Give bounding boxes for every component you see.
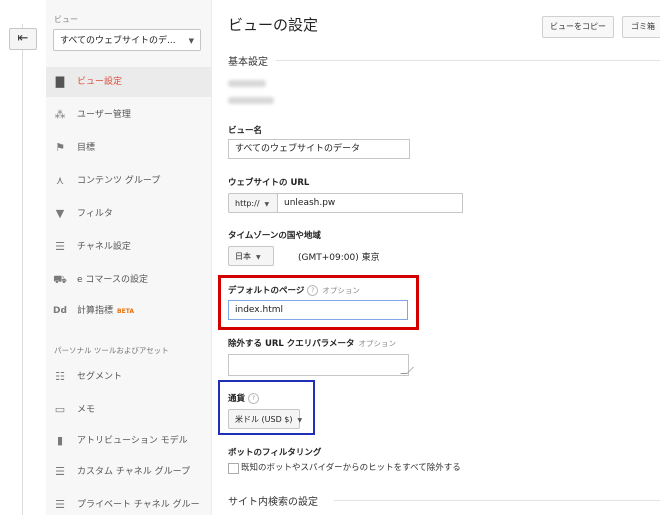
- view-select[interactable]: すべてのウェブサイトのデ... ▼: [53, 29, 201, 51]
- sidebar-item-view-settings[interactable]: ▇ ビュー設定: [46, 67, 211, 97]
- sidebar-item-label: 計算指標: [77, 306, 114, 316]
- sidebar-item-content-groups[interactable]: ⋏ コンテンツ グループ: [46, 166, 211, 196]
- protocol-select[interactable]: http:// ▼: [228, 193, 278, 213]
- view-name-input[interactable]: すべてのウェブサイトのデータ: [228, 139, 410, 159]
- sliders-icon: ☰: [55, 498, 65, 511]
- chevron-down-icon: ▼: [297, 417, 303, 424]
- bar-chart-icon: ▮: [56, 434, 64, 447]
- bot-filtering-checkbox[interactable]: [228, 463, 239, 474]
- page-title: ビューの設定: [228, 16, 319, 34]
- left-rail: ⇤: [0, 0, 46, 515]
- optional-text: オプション: [322, 286, 360, 295]
- basic-settings-heading: 基本設定: [228, 57, 268, 68]
- arrow-left-icon[interactable]: ⇤: [9, 28, 37, 50]
- sidebar-item-label: カスタム チャネル グループ: [77, 467, 191, 477]
- default-page-input[interactable]: index.html: [228, 300, 408, 320]
- note-icon: ▭: [54, 403, 66, 416]
- chevron-down-icon: ▼: [256, 254, 261, 261]
- sidebar-item-ecommerce[interactable]: ⛟ e コマースの設定: [46, 265, 211, 295]
- default-page-label-text: デフォルトのページ: [228, 286, 305, 296]
- protocol-value: http://: [235, 199, 260, 208]
- blurred-view-id-label: [228, 80, 266, 87]
- optional-text: オプション: [358, 339, 397, 348]
- help-icon[interactable]: ?: [307, 285, 319, 296]
- sidebar-item-user-management[interactable]: ⁂ ユーザー管理: [46, 100, 211, 130]
- sidebar-item-notes[interactable]: ▭ メモ: [46, 395, 211, 425]
- segment-icon: ☷: [55, 370, 65, 383]
- country-select[interactable]: 日本 ▼: [228, 246, 274, 266]
- sidebar-item-label: e コマースの設定: [77, 275, 148, 285]
- exclude-query-params-label-text: 除外する URL クエリパラメータ: [228, 339, 355, 349]
- trash-button[interactable]: ゴミ箱: [622, 16, 660, 38]
- sidebar-item-label: ユーザー管理: [77, 110, 131, 120]
- sidebar-item-goals[interactable]: ⚑ 目標: [46, 133, 211, 163]
- country-value: 日本: [235, 252, 251, 261]
- view-caption: ビュー: [54, 15, 78, 24]
- divider: [334, 500, 660, 501]
- sidebar-item-label: コンテンツ グループ: [77, 176, 161, 186]
- sidebar-item-segments[interactable]: ☷ セグメント: [46, 362, 211, 392]
- sidebar-item-label: メモ: [77, 405, 96, 415]
- sidebar-item-filters[interactable]: ▼ フィルタ: [46, 199, 211, 229]
- exclude-query-params-label: 除外する URL クエリパラメータ オプション: [228, 337, 396, 349]
- section-heading-personal-tools: パーソナル ツールおよびアセット: [54, 346, 169, 355]
- sidebar-item-label: プライベート チャネル グルー: [77, 500, 200, 510]
- sidebar-item-label: セグメント: [77, 372, 123, 382]
- copy-view-button[interactable]: ビューをコピー: [542, 16, 614, 38]
- chevron-down-icon: ▼: [264, 201, 270, 208]
- resize-handle-icon[interactable]: [400, 367, 414, 374]
- sidebar-item-label: ビュー設定: [77, 77, 123, 87]
- filter-icon: ▼: [55, 207, 65, 220]
- person-icon: ⋏: [55, 174, 65, 187]
- sidebar-item-calculated-metrics[interactable]: Dd 計算指標 BETA: [46, 296, 211, 326]
- sidebar-item-label: チャネル設定: [77, 242, 131, 252]
- bot-filtering-label: ボットのフィルタリング: [228, 448, 322, 458]
- sidebar-item-label: 目標: [77, 143, 96, 153]
- rail-line: [22, 24, 23, 515]
- currency-label: 通貨?: [228, 392, 260, 404]
- sidebar: ビュー すべてのウェブサイトのデ... ▼ ▇ ビュー設定 ⁂ ユーザー管理 ⚑…: [46, 0, 212, 515]
- currency-value: 米ドル (USD $): [235, 415, 293, 424]
- divider: [276, 60, 660, 61]
- currency-select[interactable]: 米ドル (USD $) ▼: [228, 409, 303, 429]
- sidebar-item-channel-settings[interactable]: ☰ チャネル設定: [46, 232, 211, 262]
- document-icon: ▇: [55, 75, 65, 88]
- timezone-label: タイムゾーンの国や地域: [228, 231, 321, 241]
- sidebar-item-attribution-models[interactable]: ▮ アトリビューション モデル: [46, 426, 211, 456]
- sliders-icon: ☰: [55, 465, 65, 478]
- timezone-select[interactable]: (GMT+09:00) 東京: [298, 250, 380, 263]
- currency-label-text: 通貨: [228, 394, 246, 404]
- view-name-label: ビュー名: [228, 126, 263, 136]
- website-url-input[interactable]: unleash.pw: [277, 193, 463, 213]
- users-icon: ⁂: [54, 108, 66, 121]
- chevron-down-icon: ▼: [188, 37, 194, 45]
- sliders-icon: ☰: [55, 240, 65, 253]
- sidebar-item-custom-channel-groups[interactable]: ☰ カスタム チャネル グループ: [46, 457, 211, 487]
- bot-filtering-checkbox-label: 既知のボットやスパイダーからのヒットをすべて除外する: [241, 463, 461, 473]
- exclude-query-params-input[interactable]: [228, 354, 414, 376]
- sidebar-item-private-channel-groups[interactable]: ☰ プライベート チャネル グルー: [46, 490, 211, 520]
- site-search-heading: サイト内検索の設定: [228, 497, 318, 508]
- sidebar-item-label: アトリビューション モデル: [77, 436, 188, 446]
- beta-badge: BETA: [117, 308, 134, 315]
- sidebar-item-label: フィルタ: [77, 209, 113, 219]
- cart-icon: ⛟: [53, 273, 67, 286]
- website-url-label: ウェブサイトの URL: [228, 178, 310, 188]
- sidebar-item-label-wrap: 計算指標 BETA: [77, 296, 134, 327]
- blurred-view-id-value: [228, 97, 274, 104]
- view-select-value: すべてのウェブサイトのデ...: [60, 36, 176, 46]
- dd-icon: Dd: [53, 306, 67, 316]
- main-content: ビューの設定 ビューをコピー ゴミ箱 基本設定 ビュー名 すべてのウェブサイトの…: [212, 0, 660, 515]
- default-page-label: デフォルトのページ? オプション: [228, 284, 360, 296]
- flag-icon: ⚑: [55, 141, 65, 154]
- help-icon[interactable]: ?: [248, 393, 260, 404]
